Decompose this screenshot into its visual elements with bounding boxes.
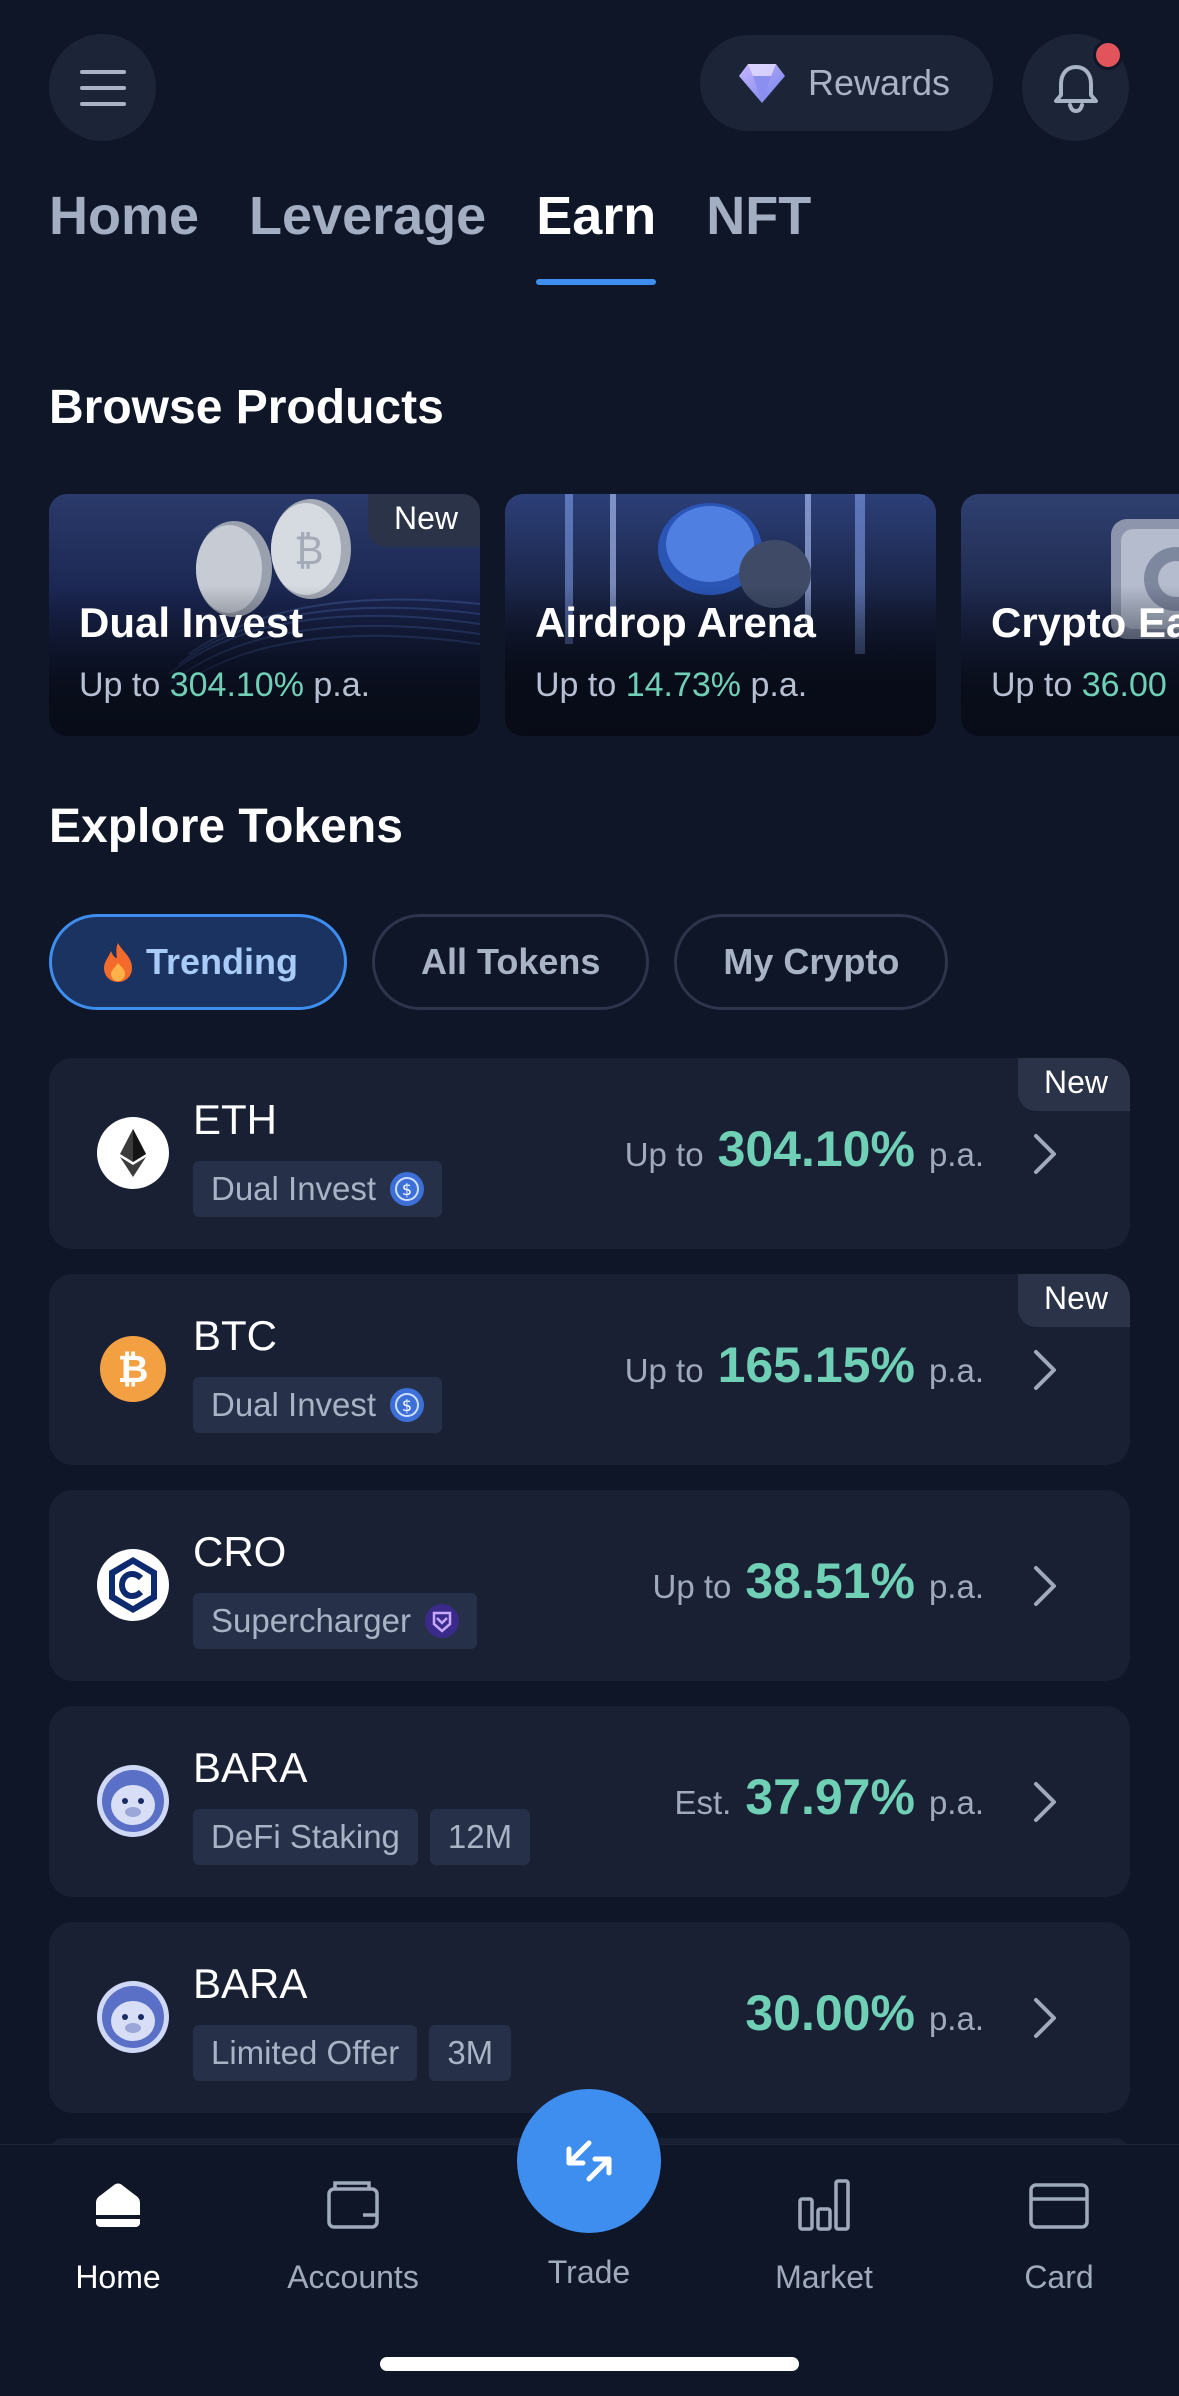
token-row-eth[interactable]: ETH Dual Invest $ Up to 304.10% p.a. New [49,1058,1130,1249]
product-rate: Up to 304.10% p.a. [79,666,371,704]
chevron-right-icon [1034,1566,1056,1606]
token-symbol: BARA [193,1960,308,2007]
tab-leverage[interactable]: Leverage [249,185,486,285]
eth-icon [97,1117,169,1189]
token-rate: Up to 165.15% p.a. [624,1337,984,1393]
usdc-icon: $ [390,1388,425,1422]
tab-home[interactable]: Home [49,185,199,285]
home-indicator [380,2357,799,2371]
nav-accounts[interactable]: Accounts [253,2175,453,2296]
token-symbol: ETH [193,1096,277,1143]
product-tag: DeFi Staking [193,1809,418,1865]
filter-my-crypto[interactable]: My Crypto [674,914,949,1010]
product-tag: Dual Invest $ [193,1377,443,1433]
tab-earn[interactable]: Earn [536,185,657,285]
card-icon [1029,2183,1089,2229]
token-rate: Est. 37.97% p.a. [674,1769,985,1825]
token-rate: 30.00% p.a. [745,1985,984,2041]
swap-arrows-icon [566,2140,612,2182]
product-rate: Up to 14.73% p.a. [535,666,808,704]
explore-tokens-title: Explore Tokens [49,800,403,853]
nav-home[interactable]: Home [18,2175,218,2296]
supercharger-icon [424,1604,459,1638]
token-row-btc[interactable]: ₿ BTC Dual Invest $ Up to 165.15% p.a. N… [49,1274,1130,1465]
trade-label: Trade [547,2254,631,2290]
token-row-bara-limited[interactable]: BARA Limited Offer 3M 30.00% p.a. [49,1922,1130,2113]
cro-icon [97,1549,169,1621]
notification-dot [1093,40,1123,70]
notifications-button[interactable] [1022,34,1129,141]
svg-text:$: $ [402,1396,412,1415]
product-tag: Dual Invest $ [193,1161,443,1217]
top-tabs: Home Leverage Earn NFT [49,185,811,285]
nav-card[interactable]: Card [959,2175,1159,2296]
chevron-right-icon [1034,1350,1056,1390]
product-title: Dual Invest [79,599,304,646]
product-tag: Limited Offer [193,2025,418,2081]
token-symbol: CRO [193,1528,287,1575]
bara-icon [97,1765,169,1837]
product-card-airdrop-arena[interactable]: Airdrop Arena Up to 14.73% p.a. [505,494,936,736]
filter-trending[interactable]: Trending [49,914,347,1010]
svg-text:$: $ [402,1180,412,1199]
new-badge: New [367,494,480,547]
fire-icon [104,943,132,982]
trade-button[interactable] [517,2089,661,2233]
term-tag: 12M [429,1809,531,1865]
svg-text:₿: ₿ [294,528,324,574]
rewards-label: Rewards [808,62,951,103]
btc-icon: ₿ [100,1336,166,1402]
chevron-right-icon [1034,1134,1056,1174]
token-row-cro[interactable]: CRO Supercharger Up to 38.51% p.a. [49,1490,1130,1681]
filter-all-tokens[interactable]: All Tokens [372,914,650,1010]
rewards-button[interactable]: Rewards [700,35,993,131]
products-carousel[interactable]: ₿ New Dual Invest Up to 304.10% p.a. Air… [49,494,1179,736]
new-badge: New [1017,1274,1130,1327]
product-title: Crypto Ea [991,599,1179,646]
hamburger-icon [79,69,126,106]
wallet-icon [327,2181,379,2229]
product-card-crypto-earn[interactable]: Crypto Ea Up to 36.00 [961,494,1179,736]
product-rate: Up to 36.00 [991,666,1167,704]
diamond-icon [739,64,785,103]
bar-chart-icon [798,2179,850,2231]
tab-nft[interactable]: NFT [706,185,811,285]
home-icon [96,2183,140,2227]
bara-icon [97,1981,169,2053]
chevron-right-icon [1034,1782,1056,1822]
menu-button[interactable] [49,34,156,141]
term-tag: 3M [429,2025,512,2081]
new-badge: New [1017,1058,1130,1111]
token-symbol: BTC [193,1312,277,1359]
svg-text:₿: ₿ [118,1347,149,1391]
usdc-icon: $ [390,1172,425,1206]
product-tag: Supercharger [193,1593,477,1649]
product-title: Airdrop Arena [535,599,816,646]
nav-market[interactable]: Market [724,2175,924,2296]
product-card-dual-invest[interactable]: ₿ New Dual Invest Up to 304.10% p.a. [49,494,480,736]
bell-icon [1053,64,1098,113]
token-rate: Up to 304.10% p.a. [624,1121,984,1177]
token-symbol: BARA [193,1744,308,1791]
token-rate: Up to 38.51% p.a. [652,1553,984,1609]
browse-products-title: Browse Products [49,381,444,434]
chevron-right-icon [1034,1998,1056,2038]
token-filters: Trending All Tokens My Crypto [49,914,949,1010]
token-row-bara[interactable]: BARA DeFi Staking 12M Est. 37.97% p.a. [49,1706,1130,1897]
